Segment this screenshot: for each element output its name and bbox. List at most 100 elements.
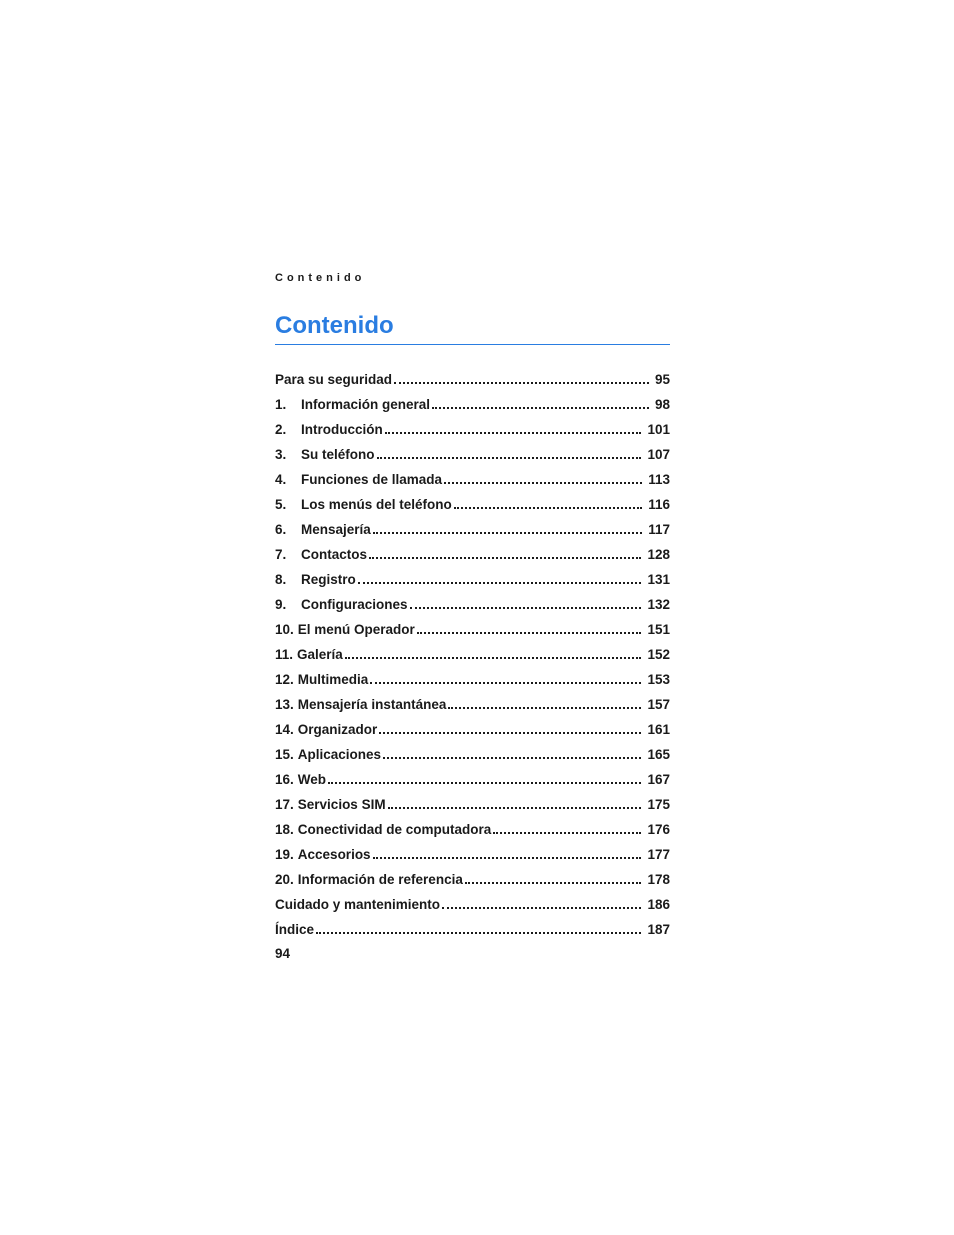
toc-entry-page: 176 (645, 823, 670, 837)
toc-entry-title: Los menús del teléfono (301, 498, 452, 512)
toc-entry-title: Cuidado y mantenimiento (275, 898, 440, 912)
toc-entry-title: Multimedia (298, 673, 369, 687)
toc-entry-page: 187 (645, 923, 670, 937)
toc-entry-title: Índice (275, 923, 314, 937)
document-page: Contenido Contenido Para su seguridad 95 1… (0, 0, 954, 1235)
toc-entry-title: Accesorios (298, 848, 371, 862)
toc-entry[interactable]: 15. Aplicaciones 165 (275, 748, 670, 762)
toc-entry-number: 18. (275, 823, 294, 837)
toc-entry-title: Registro (301, 573, 356, 587)
toc-entry-page: 132 (645, 598, 670, 612)
toc-entry-page: 165 (645, 748, 670, 762)
toc-entry-page: 107 (645, 448, 670, 462)
toc-entry-number: 7. (275, 548, 301, 562)
toc-entry[interactable]: 2.Introducción 101 (275, 423, 670, 437)
toc-entry[interactable]: 3.Su teléfono 107 (275, 448, 670, 462)
toc-leader-dots (465, 882, 642, 884)
toc-entry[interactable]: 16.Web167 (275, 773, 670, 787)
toc-leader-dots (370, 682, 641, 684)
toc-leader-dots (379, 732, 641, 734)
toc-entry[interactable]: 10. El menú Operador 151 (275, 623, 670, 637)
toc-entry-title: Aplicaciones (298, 748, 381, 762)
toc-entry-number: 10. (275, 623, 294, 637)
toc-leader-dots (383, 757, 641, 759)
toc-entry[interactable]: 9.Configuraciones132 (275, 598, 670, 612)
toc-entry[interactable]: 1.Información general98 (275, 398, 670, 412)
toc-entry-page: 177 (645, 848, 670, 862)
toc-entry[interactable]: 11.Galería152 (275, 648, 670, 662)
toc-entry[interactable]: Cuidado y mantenimiento 186 (275, 898, 670, 912)
toc-entry-page: 95 (653, 373, 670, 387)
page-title: Contenido (275, 312, 670, 345)
toc-entry-page: 178 (645, 873, 670, 887)
toc-entry-page: 116 (646, 498, 670, 512)
toc-entry[interactable]: Para su seguridad 95 (275, 373, 670, 387)
toc-leader-dots (410, 607, 642, 609)
toc-entry-page: 151 (645, 623, 670, 637)
toc-leader-dots (377, 457, 642, 459)
toc-entry[interactable]: 13. Mensajería instantánea 157 (275, 698, 670, 712)
toc-entry-title: Conectividad de computadora (298, 823, 492, 837)
toc-leader-dots (493, 832, 641, 834)
toc-entry-page: 152 (645, 648, 670, 662)
toc-leader-dots (373, 857, 642, 859)
toc-entry-title: Funciones de llamada (301, 473, 442, 487)
toc-entry-number: 13. (275, 698, 294, 712)
toc-entry-title: Su teléfono (301, 448, 375, 462)
content-area: Contenido Contenido Para su seguridad 95 1… (275, 272, 670, 948)
toc-leader-dots (442, 907, 641, 909)
toc-entry-number: 12. (275, 673, 294, 687)
toc-entry-title: Mensajería (301, 523, 371, 537)
toc-entry-number: 4. (275, 473, 301, 487)
table-of-contents: Para su seguridad 95 1.Información general… (275, 373, 670, 937)
toc-leader-dots (373, 532, 642, 534)
toc-entry-number: 16. (275, 773, 294, 787)
toc-entry[interactable]: 4.Funciones de llamada 113 (275, 473, 670, 487)
toc-entry-title: Información de referencia (298, 873, 463, 887)
toc-entry-title: Contactos (301, 548, 367, 562)
running-header: Contenido (275, 272, 670, 284)
toc-leader-dots (432, 407, 649, 409)
toc-entry-page: 128 (645, 548, 670, 562)
toc-entry[interactable]: 14.Organizador161 (275, 723, 670, 737)
toc-entry-title: Galería (297, 648, 343, 662)
toc-entry[interactable]: 12. Multimedia 153 (275, 673, 670, 687)
toc-entry-page: 186 (645, 898, 670, 912)
toc-entry[interactable]: 7.Contactos 128 (275, 548, 670, 562)
toc-entry-number: 5. (275, 498, 301, 512)
toc-entry[interactable]: 6.Mensajería117 (275, 523, 670, 537)
toc-entry-page: 131 (645, 573, 670, 587)
toc-leader-dots (448, 707, 641, 709)
toc-leader-dots (388, 807, 642, 809)
toc-entry-number: 2. (275, 423, 301, 437)
toc-entry-title: El menú Operador (298, 623, 415, 637)
toc-entry-title: Servicios SIM (298, 798, 386, 812)
toc-entry-title: Web (298, 773, 326, 787)
toc-entry-number: 8. (275, 573, 301, 587)
toc-entry-page: 157 (645, 698, 670, 712)
toc-entry[interactable]: Índice 187 (275, 923, 670, 937)
toc-entry[interactable]: 19.Accesorios177 (275, 848, 670, 862)
toc-entry-number: 3. (275, 448, 301, 462)
toc-entry[interactable]: 20.Información de referencia178 (275, 873, 670, 887)
toc-entry-number: 17. (275, 798, 294, 812)
toc-entry-page: 117 (646, 523, 670, 537)
toc-entry-number: 9. (275, 598, 301, 612)
toc-entry-page: 161 (645, 723, 670, 737)
toc-entry-page: 153 (645, 673, 670, 687)
toc-entry-title: Mensajería instantánea (298, 698, 447, 712)
toc-entry[interactable]: 18. Conectividad de computadora 176 (275, 823, 670, 837)
toc-entry[interactable]: 8.Registro 131 (275, 573, 670, 587)
toc-leader-dots (394, 382, 649, 384)
toc-entry-title: Introducción (301, 423, 383, 437)
toc-entry-page: 113 (646, 473, 670, 487)
toc-entry-page: 175 (645, 798, 670, 812)
toc-entry-number: 15. (275, 748, 294, 762)
toc-leader-dots (417, 632, 642, 634)
toc-entry-page: 101 (645, 423, 670, 437)
toc-entry-title: Para su seguridad (275, 373, 392, 387)
toc-entry[interactable]: 5.Los menús del teléfono 116 (275, 498, 670, 512)
toc-entry[interactable]: 17. Servicios SIM 175 (275, 798, 670, 812)
toc-entry-number: 1. (275, 398, 301, 412)
toc-entry-title: Organizador (298, 723, 378, 737)
